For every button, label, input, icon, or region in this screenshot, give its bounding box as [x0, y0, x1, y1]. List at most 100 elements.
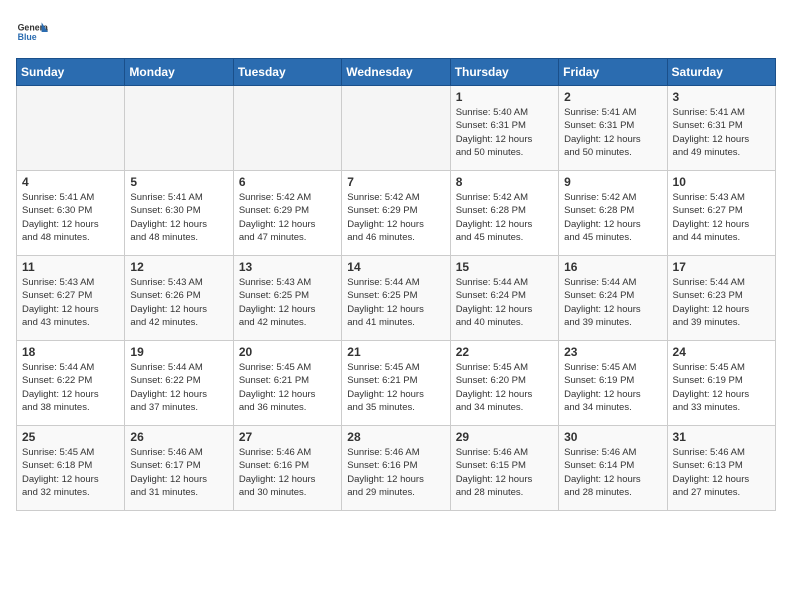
day-info: Sunrise: 5:43 AM Sunset: 6:27 PM Dayligh… [673, 191, 770, 244]
calendar-cell: 21 Sunrise: 5:45 AM Sunset: 6:21 PM Dayli… [342, 341, 450, 426]
day-number: 17 [673, 260, 770, 274]
day-info: Sunrise: 5:45 AM Sunset: 6:19 PM Dayligh… [564, 361, 661, 414]
day-info: Sunrise: 5:45 AM Sunset: 6:18 PM Dayligh… [22, 446, 119, 499]
calendar-cell: 2Sunrise: 5:41 AM Sunset: 6:31 PM Daylig… [559, 86, 667, 171]
day-number: 11 [22, 260, 119, 274]
calendar-cell: 31Sunrise: 5:46 AM Sunset: 6:13 PM Dayli… [667, 426, 775, 511]
day-number: 29 [456, 430, 553, 444]
calendar-cell: 23 Sunrise: 5:45 AM Sunset: 6:19 PM Dayli… [559, 341, 667, 426]
day-info: Sunrise: 5:43 AM Sunset: 6:27 PM Dayligh… [22, 276, 119, 329]
calendar-cell: 4Sunrise: 5:41 AM Sunset: 6:30 PM Daylig… [17, 171, 125, 256]
day-number: 22 [456, 345, 553, 359]
calendar-cell [17, 86, 125, 171]
header-day: Wednesday [342, 59, 450, 86]
calendar-cell: 24Sunrise: 5:45 AM Sunset: 6:19 PM Dayli… [667, 341, 775, 426]
day-info: Sunrise: 5:44 AM Sunset: 6:22 PM Dayligh… [130, 361, 227, 414]
day-info: Sunrise: 5:46 AM Sunset: 6:15 PM Dayligh… [456, 446, 553, 499]
calendar-cell [342, 86, 450, 171]
calendar-cell: 12 Sunrise: 5:43 AM Sunset: 6:26 PM Dayli… [125, 256, 233, 341]
header-day: Tuesday [233, 59, 341, 86]
calendar-header: SundayMondayTuesdayWednesdayThursdayFrid… [17, 59, 776, 86]
day-number: 3 [673, 90, 770, 104]
header-day: Monday [125, 59, 233, 86]
header-day: Sunday [17, 59, 125, 86]
day-info: Sunrise: 5:40 AM Sunset: 6:31 PM Dayligh… [456, 106, 553, 159]
day-number: 25 [22, 430, 119, 444]
calendar-cell: 25 Sunrise: 5:45 AM Sunset: 6:18 PM Dayli… [17, 426, 125, 511]
day-info: Sunrise: 5:42 AM Sunset: 6:29 PM Dayligh… [347, 191, 444, 244]
calendar-cell: 5Sunrise: 5:41 AM Sunset: 6:30 PM Daylig… [125, 171, 233, 256]
logo-icon: General Blue [16, 16, 48, 48]
calendar-cell: 3Sunrise: 5:41 AM Sunset: 6:31 PM Daylig… [667, 86, 775, 171]
svg-text:Blue: Blue [18, 32, 37, 42]
day-number: 10 [673, 175, 770, 189]
day-number: 26 [130, 430, 227, 444]
day-info: Sunrise: 5:42 AM Sunset: 6:28 PM Dayligh… [456, 191, 553, 244]
calendar-cell: 8Sunrise: 5:42 AM Sunset: 6:28 PM Daylig… [450, 171, 558, 256]
day-info: Sunrise: 5:43 AM Sunset: 6:26 PM Dayligh… [130, 276, 227, 329]
calendar-cell [233, 86, 341, 171]
day-number: 2 [564, 90, 661, 104]
calendar-cell: 13 Sunrise: 5:43 AM Sunset: 6:25 PM Dayli… [233, 256, 341, 341]
calendar-cell: 17 Sunrise: 5:44 AM Sunset: 6:23 PM Dayli… [667, 256, 775, 341]
day-number: 9 [564, 175, 661, 189]
calendar-cell: 11 Sunrise: 5:43 AM Sunset: 6:27 PM Dayli… [17, 256, 125, 341]
calendar-week-row: 18 Sunrise: 5:44 AM Sunset: 6:22 PM Dayli… [17, 341, 776, 426]
calendar-week-row: 25 Sunrise: 5:45 AM Sunset: 6:18 PM Dayli… [17, 426, 776, 511]
calendar-week-row: 11 Sunrise: 5:43 AM Sunset: 6:27 PM Dayli… [17, 256, 776, 341]
day-number: 16 [564, 260, 661, 274]
calendar-cell: 26 Sunrise: 5:46 AM Sunset: 6:17 PM Dayli… [125, 426, 233, 511]
day-number: 30 [564, 430, 661, 444]
calendar-cell: 28Sunrise: 5:46 AM Sunset: 6:16 PM Dayli… [342, 426, 450, 511]
calendar-cell: 16 Sunrise: 5:44 AM Sunset: 6:24 PM Dayli… [559, 256, 667, 341]
header-day: Friday [559, 59, 667, 86]
calendar-table: SundayMondayTuesdayWednesdayThursdayFrid… [16, 58, 776, 511]
day-info: Sunrise: 5:46 AM Sunset: 6:16 PM Dayligh… [347, 446, 444, 499]
day-info: Sunrise: 5:44 AM Sunset: 6:24 PM Dayligh… [456, 276, 553, 329]
day-number: 15 [456, 260, 553, 274]
day-info: Sunrise: 5:45 AM Sunset: 6:21 PM Dayligh… [239, 361, 336, 414]
day-number: 19 [130, 345, 227, 359]
calendar-cell: 1 Sunrise: 5:40 AM Sunset: 6:31 PM Daylig… [450, 86, 558, 171]
day-info: Sunrise: 5:44 AM Sunset: 6:23 PM Dayligh… [673, 276, 770, 329]
calendar-cell: 29 Sunrise: 5:46 AM Sunset: 6:15 PM Dayli… [450, 426, 558, 511]
calendar-cell: 22 Sunrise: 5:45 AM Sunset: 6:20 PM Dayli… [450, 341, 558, 426]
header-day: Thursday [450, 59, 558, 86]
day-info: Sunrise: 5:45 AM Sunset: 6:20 PM Dayligh… [456, 361, 553, 414]
day-number: 21 [347, 345, 444, 359]
calendar-cell: 6Sunrise: 5:42 AM Sunset: 6:29 PM Daylig… [233, 171, 341, 256]
day-number: 4 [22, 175, 119, 189]
day-info: Sunrise: 5:45 AM Sunset: 6:21 PM Dayligh… [347, 361, 444, 414]
calendar-cell: 9 Sunrise: 5:42 AM Sunset: 6:28 PM Daylig… [559, 171, 667, 256]
day-info: Sunrise: 5:44 AM Sunset: 6:24 PM Dayligh… [564, 276, 661, 329]
day-number: 1 [456, 90, 553, 104]
day-number: 7 [347, 175, 444, 189]
header-day: Saturday [667, 59, 775, 86]
header: General Blue [16, 16, 776, 48]
calendar-cell: 27Sunrise: 5:46 AM Sunset: 6:16 PM Dayli… [233, 426, 341, 511]
calendar-cell: 19 Sunrise: 5:44 AM Sunset: 6:22 PM Dayli… [125, 341, 233, 426]
calendar-cell [125, 86, 233, 171]
day-number: 5 [130, 175, 227, 189]
day-info: Sunrise: 5:45 AM Sunset: 6:19 PM Dayligh… [673, 361, 770, 414]
day-number: 23 [564, 345, 661, 359]
day-info: Sunrise: 5:46 AM Sunset: 6:16 PM Dayligh… [239, 446, 336, 499]
day-number: 6 [239, 175, 336, 189]
calendar-body: 1 Sunrise: 5:40 AM Sunset: 6:31 PM Daylig… [17, 86, 776, 511]
day-number: 14 [347, 260, 444, 274]
calendar-cell: 20 Sunrise: 5:45 AM Sunset: 6:21 PM Dayli… [233, 341, 341, 426]
day-number: 20 [239, 345, 336, 359]
logo: General Blue [16, 16, 52, 48]
day-info: Sunrise: 5:46 AM Sunset: 6:13 PM Dayligh… [673, 446, 770, 499]
day-number: 13 [239, 260, 336, 274]
calendar-cell: 7 Sunrise: 5:42 AM Sunset: 6:29 PM Daylig… [342, 171, 450, 256]
day-number: 12 [130, 260, 227, 274]
day-info: Sunrise: 5:46 AM Sunset: 6:14 PM Dayligh… [564, 446, 661, 499]
day-info: Sunrise: 5:42 AM Sunset: 6:28 PM Dayligh… [564, 191, 661, 244]
calendar-cell: 14 Sunrise: 5:44 AM Sunset: 6:25 PM Dayli… [342, 256, 450, 341]
calendar-cell: 15 Sunrise: 5:44 AM Sunset: 6:24 PM Dayli… [450, 256, 558, 341]
day-info: Sunrise: 5:43 AM Sunset: 6:25 PM Dayligh… [239, 276, 336, 329]
day-number: 18 [22, 345, 119, 359]
day-info: Sunrise: 5:44 AM Sunset: 6:25 PM Dayligh… [347, 276, 444, 329]
day-info: Sunrise: 5:46 AM Sunset: 6:17 PM Dayligh… [130, 446, 227, 499]
